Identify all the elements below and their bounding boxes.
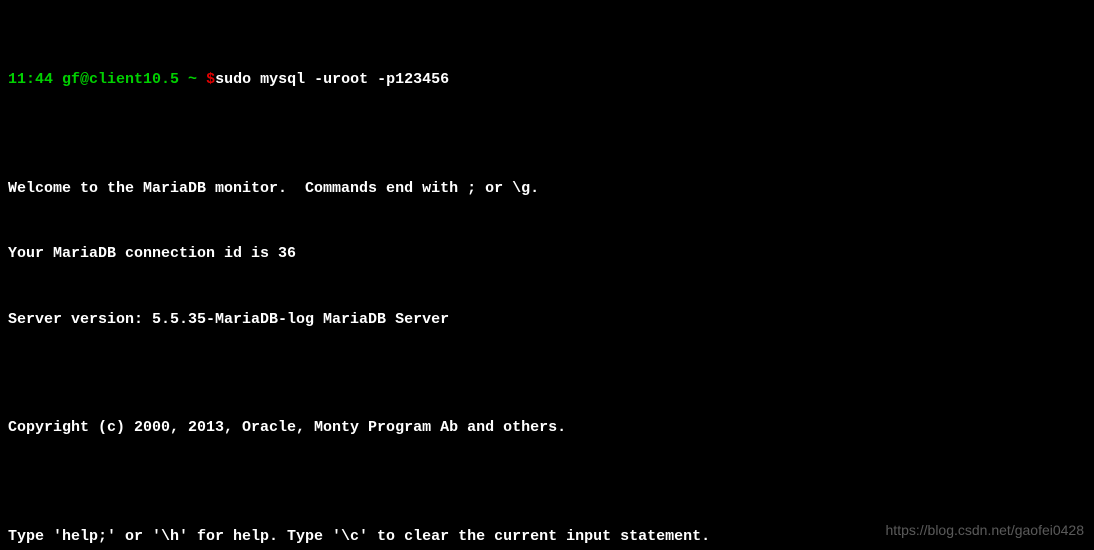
user-host: gf@client10.5 ~ <box>62 71 206 88</box>
clock-time: 11:44 <box>8 71 53 88</box>
banner-help: Type 'help;' or '\h' for help. Type '\c'… <box>8 526 1086 548</box>
shell-prompt-line: 11:44 gf@client10.5 ~ $sudo mysql -uroot… <box>8 69 1086 91</box>
banner-conn-id: Your MariaDB connection id is 36 <box>8 243 1086 265</box>
banner-copyright: Copyright (c) 2000, 2013, Oracle, Monty … <box>8 417 1086 439</box>
entered-command: sudo mysql -uroot -p123456 <box>215 71 449 88</box>
banner-version: Server version: 5.5.35-MariaDB-log Maria… <box>8 309 1086 331</box>
banner-welcome: Welcome to the MariaDB monitor. Commands… <box>8 178 1086 200</box>
terminal-window[interactable]: 11:44 gf@client10.5 ~ $sudo mysql -uroot… <box>0 0 1094 550</box>
prompt-symbol: $ <box>206 71 215 88</box>
